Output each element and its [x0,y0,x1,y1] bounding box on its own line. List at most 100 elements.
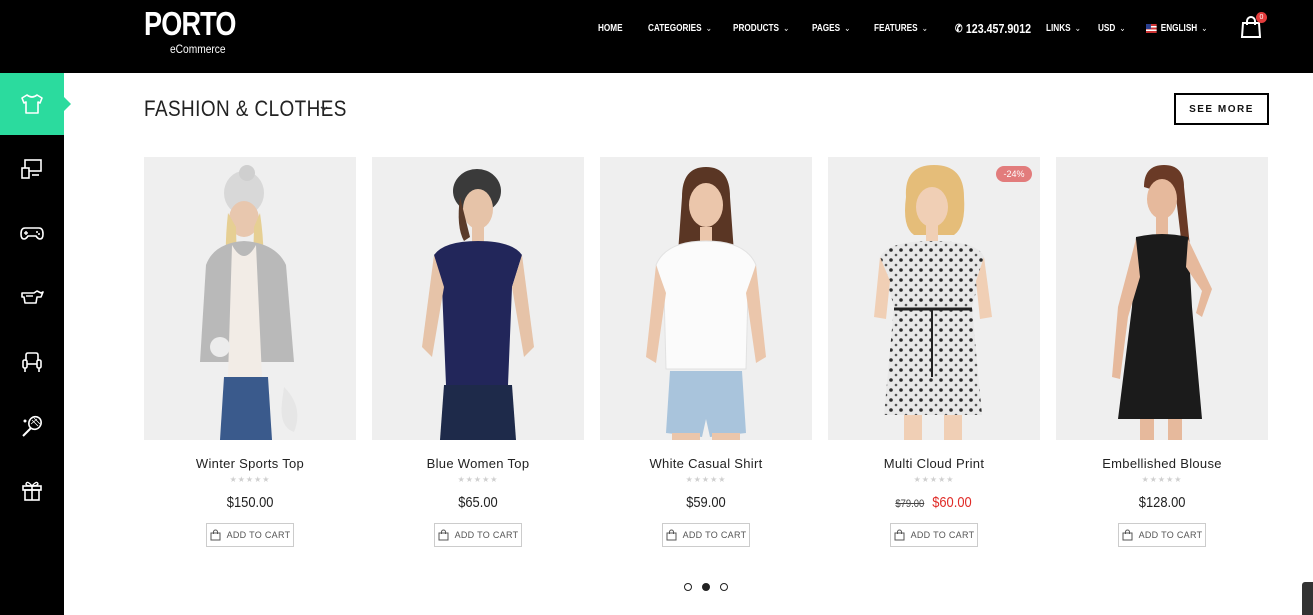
product-photo [372,157,584,440]
sidebar-item-vehicles[interactable] [0,266,64,328]
product-image[interactable] [600,157,812,440]
currency-select[interactable]: USD ⌄ [1098,20,1126,36]
add-to-cart-button[interactable]: ADD TO CART [890,523,978,547]
sidebar-item-fashion[interactable] [0,73,71,135]
add-to-cart-button[interactable]: ADD TO CART [206,523,294,547]
sidebar-item-electronics[interactable] [0,138,64,200]
gamepad-icon [20,227,44,240]
shopping-bag-icon [666,529,677,541]
scroll-to-top-button[interactable] [1302,582,1313,615]
add-to-cart-label: ADD TO CART [454,530,519,540]
nav-links-label: LINKS [1046,22,1071,34]
product-image[interactable] [372,157,584,440]
product-card[interactable]: Blue Women Top ★★★★★ $65.00 ADD TO CART [372,157,584,557]
sports-car-icon [21,290,44,304]
product-card[interactable]: White Casual Shirt ★★★★★ $59.00 ADD TO C… [600,157,812,557]
product-name[interactable]: White Casual Shirt [600,456,812,471]
nav-home-label: HOME [598,22,623,34]
nav-features[interactable]: FEATURES ⌄ [874,20,928,36]
tshirt-icon [21,94,43,114]
gift-icon [22,481,42,501]
carousel-dot[interactable] [720,583,728,591]
product-image[interactable] [1056,157,1268,440]
product-image[interactable] [828,157,1040,440]
nav-links[interactable]: LINKS ⌄ [1046,20,1081,36]
product-photo [600,157,812,440]
computer-icon [21,159,42,179]
us-flag-icon [1146,23,1157,33]
chevron-down-icon: ⌄ [921,22,928,33]
add-to-cart-label: ADD TO CART [682,530,747,540]
nav-products-label: PRODUCTS [733,22,780,34]
add-to-cart-button[interactable]: ADD TO CART [434,523,522,547]
price-row: $59.00 [600,494,812,512]
product-card[interactable]: -24% Multi Cloud Print ★★★★★ $79.00 $60.0… [828,157,1040,557]
add-to-cart-button[interactable]: ADD TO CART [1118,523,1206,547]
product-price: $65.00 [458,494,498,511]
price-row: $65.00 [372,494,584,512]
product-price: $150.00 [226,494,274,511]
product-name[interactable]: Blue Women Top [372,456,584,471]
price-row: $128.00 [1056,494,1268,512]
nav-categories-label: CATEGORIES [648,22,702,34]
product-photo [144,157,356,440]
phone-number: 123.457.9012 [965,20,1032,36]
carousel-dots [684,583,728,591]
product-name[interactable]: Multi Cloud Print [828,456,1040,471]
chevron-down-icon[interactable] [318,103,330,115]
shopping-bag-icon [1122,529,1133,541]
chevron-down-icon: ⌄ [1119,22,1126,33]
sidebar-item-sports[interactable] [0,395,64,457]
nav-pages[interactable]: PAGES ⌄ [812,20,850,36]
carousel-dot-active[interactable] [702,583,710,591]
currency-label: USD [1098,22,1116,34]
old-price: $79.00 [895,498,925,510]
product-price: $59.00 [686,494,726,511]
product-image[interactable] [144,157,356,440]
nav-phone[interactable]: ✆ 123.457.9012 [955,20,1031,36]
chevron-down-icon: ⌄ [783,22,790,33]
product-name[interactable]: Winter Sports Top [144,456,356,471]
section-title: FASHION & CLOTHES [144,96,347,121]
add-to-cart-label: ADD TO CART [226,530,291,540]
category-sidebar [0,73,71,615]
rating-stars: ★★★★★ [685,475,727,484]
nav-home[interactable]: HOME [598,20,623,36]
nav-products[interactable]: PRODUCTS ⌄ [733,20,789,36]
language-select[interactable]: ENGLISH ⌄ [1146,20,1208,36]
language-label: ENGLISH [1160,22,1198,34]
add-to-cart-label: ADD TO CART [910,530,975,540]
nav-features-label: FEATURES [874,22,918,34]
phone-icon: ✆ [955,22,963,35]
sidebar-item-gifts[interactable] [0,459,64,521]
price-row: $79.00 $60.00 [828,494,1040,512]
site-header: PORTO eCommerce HOME CATEGORIES ⌄ PRODUCT… [0,0,1313,73]
product-name[interactable]: Embellished Blouse [1056,456,1268,471]
discount-badge: -24% [996,166,1032,182]
product-price: $128.00 [1138,494,1186,511]
rating-stars: ★★★★★ [913,475,955,484]
price-row: $150.00 [144,494,356,512]
sidebar-item-furniture[interactable] [0,331,64,393]
rating-stars: ★★★★★ [457,475,499,484]
cart-count-badge: 0 [1256,12,1267,23]
product-photo [1056,157,1268,440]
rating-stars: ★★★★★ [1141,475,1183,484]
chevron-down-icon: ⌄ [1201,22,1208,33]
carousel-dot[interactable] [684,583,692,591]
sidebar-item-gaming[interactable] [0,202,64,264]
product-card[interactable]: Winter Sports Top ★★★★★ $150.00 ADD TO C… [144,157,356,557]
nav-pages-label: PAGES [812,22,841,34]
nav-categories[interactable]: CATEGORIES ⌄ [648,20,712,36]
logo[interactable]: PORTO eCommerce [144,6,256,56]
product-photo [828,157,1040,440]
shopping-bag-icon [210,529,221,541]
shopping-bag-icon [438,529,449,541]
chevron-down-icon: ⌄ [1074,22,1081,33]
product-card[interactable]: Embellished Blouse ★★★★★ $128.00 ADD TO … [1056,157,1268,557]
tennis-racket-icon [22,415,42,437]
add-to-cart-button[interactable]: ADD TO CART [662,523,750,547]
see-more-button[interactable]: SEE MORE [1174,93,1269,125]
shopping-bag-icon [894,529,905,541]
chevron-down-icon: ⌄ [844,22,851,33]
